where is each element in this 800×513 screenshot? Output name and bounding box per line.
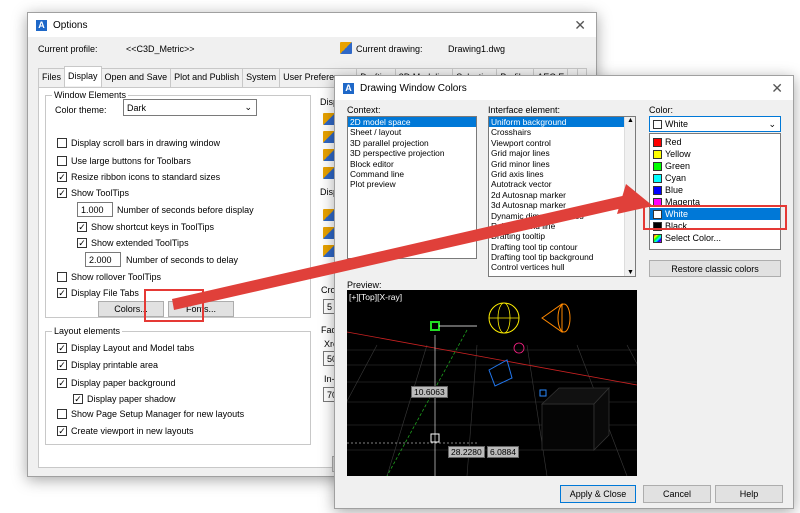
arrow-shaft	[172, 194, 636, 310]
annotation-arrow	[172, 184, 653, 310]
arrow-head-icon	[617, 184, 653, 214]
